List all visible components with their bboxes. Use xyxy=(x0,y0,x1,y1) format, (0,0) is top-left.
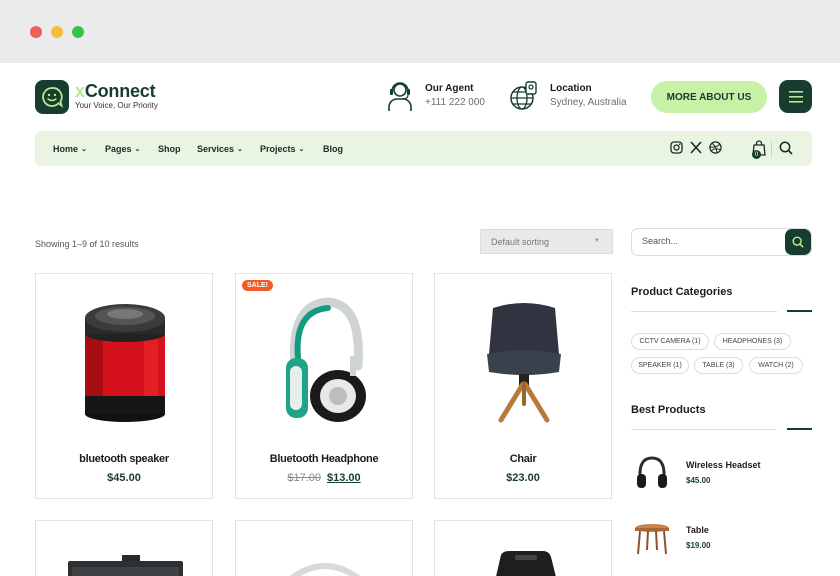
main-navbar: Home ⌄ Pages ⌄ Shop Services ⌄ Projects ⌄ Bl… xyxy=(35,131,812,166)
nav-divider xyxy=(771,141,772,157)
chevron-down-icon: ⌄ xyxy=(298,146,305,153)
product-price: $17.00 $13.00 xyxy=(236,472,412,484)
category-tag[interactable]: WATCH (2) xyxy=(749,357,803,374)
product-price: $45.00 xyxy=(107,472,141,484)
categories-heading: Product Categories xyxy=(631,286,733,298)
product-name[interactable]: bluetooth speaker xyxy=(36,453,212,465)
product-card[interactable]: SALE! Bluetooth Headphone $17.00 $13.00 xyxy=(235,273,413,499)
product-image xyxy=(289,563,361,576)
instagram-icon[interactable] xyxy=(670,141,683,154)
product-price: $23.00 xyxy=(506,472,540,484)
chevron-down-icon: ⌄ xyxy=(237,146,243,153)
nav-item-home[interactable]: Home ⌄ xyxy=(53,144,87,154)
chevron-down-icon: ⌄ xyxy=(81,146,87,153)
hamburger-menu-button[interactable] xyxy=(779,80,812,113)
caret-down-icon: ▼ xyxy=(594,238,600,244)
heading-accent xyxy=(787,428,812,430)
speaker-image xyxy=(85,304,165,422)
headphone-image xyxy=(286,297,366,422)
nav-item-blog[interactable]: Blog xyxy=(323,144,343,154)
sale-price: $13.00 xyxy=(327,472,361,484)
product-card[interactable] xyxy=(235,520,413,576)
nav-item-shop[interactable]: Shop xyxy=(158,144,181,154)
category-tag[interactable]: CCTV CAMERA (1) xyxy=(631,333,709,350)
old-price: $17.00 xyxy=(287,472,321,484)
best-product-name[interactable]: Wireless Headset xyxy=(686,460,760,470)
hamburger-icon xyxy=(788,90,803,103)
heading-divider xyxy=(631,311,777,312)
more-about-us-button[interactable]: MORE ABOUT US xyxy=(651,81,767,113)
table-image[interactable] xyxy=(633,520,671,556)
agent-phone[interactable]: +111 222 000 xyxy=(425,97,485,108)
category-tag[interactable]: TABLE (3) xyxy=(694,357,743,374)
sort-select[interactable]: Default sorting ▼ xyxy=(480,229,613,254)
best-product-name[interactable]: Table xyxy=(686,525,709,535)
search-input[interactable] xyxy=(642,236,772,246)
product-name[interactable]: Chair xyxy=(435,453,611,465)
logo-icon[interactable] xyxy=(35,80,69,114)
close-window-button[interactable] xyxy=(30,26,42,38)
search-icon[interactable] xyxy=(779,141,793,155)
category-tag[interactable]: HEADPHONES (3) xyxy=(714,333,791,350)
maximize-window-button[interactable] xyxy=(72,26,84,38)
search-button[interactable] xyxy=(785,229,811,255)
product-card[interactable] xyxy=(35,520,213,576)
chevron-down-icon: ⌄ xyxy=(134,146,141,153)
cart-count-badge: 0 xyxy=(752,150,761,159)
product-name[interactable]: Bluetooth Headphone xyxy=(236,453,412,465)
location-title: Location xyxy=(550,83,592,94)
category-tag[interactable]: SPEAKER (1) xyxy=(631,357,689,374)
product-card[interactable]: bluetooth speaker $45.00 xyxy=(35,273,213,499)
heading-accent xyxy=(787,310,812,312)
brand-tagline: Your Voice, Our Priority xyxy=(75,101,158,110)
agent-title: Our Agent xyxy=(425,83,474,94)
location-value: Sydney, Australia xyxy=(550,97,627,108)
heading-divider xyxy=(631,429,777,430)
nav-item-services[interactable]: Services ⌄ xyxy=(197,144,243,154)
best-products-heading: Best Products xyxy=(631,404,706,416)
product-card[interactable] xyxy=(434,520,612,576)
nav-item-pages[interactable]: Pages ⌄ xyxy=(105,144,140,154)
brand-name[interactable]: xConnect xyxy=(75,81,156,102)
wireless-headset-image[interactable] xyxy=(635,455,669,491)
product-image xyxy=(496,551,556,576)
agent-headset-icon xyxy=(388,82,412,111)
best-product-price: $19.00 xyxy=(686,541,711,550)
minimize-window-button[interactable] xyxy=(51,26,63,38)
x-icon[interactable] xyxy=(690,141,702,154)
dribbble-icon[interactable] xyxy=(709,141,722,154)
product-image xyxy=(68,555,183,576)
best-product-price: $45.00 xyxy=(686,476,711,485)
search-icon xyxy=(792,236,804,248)
result-count: Showing 1–9 of 10 results xyxy=(35,239,139,249)
sale-badge: SALE! xyxy=(242,280,273,291)
nav-item-projects[interactable]: Projects ⌄ xyxy=(260,144,304,154)
window-titlebar xyxy=(0,0,840,63)
globe-icon xyxy=(510,81,537,110)
product-card[interactable]: Chair $23.00 xyxy=(434,273,612,499)
chair-image xyxy=(487,303,561,423)
